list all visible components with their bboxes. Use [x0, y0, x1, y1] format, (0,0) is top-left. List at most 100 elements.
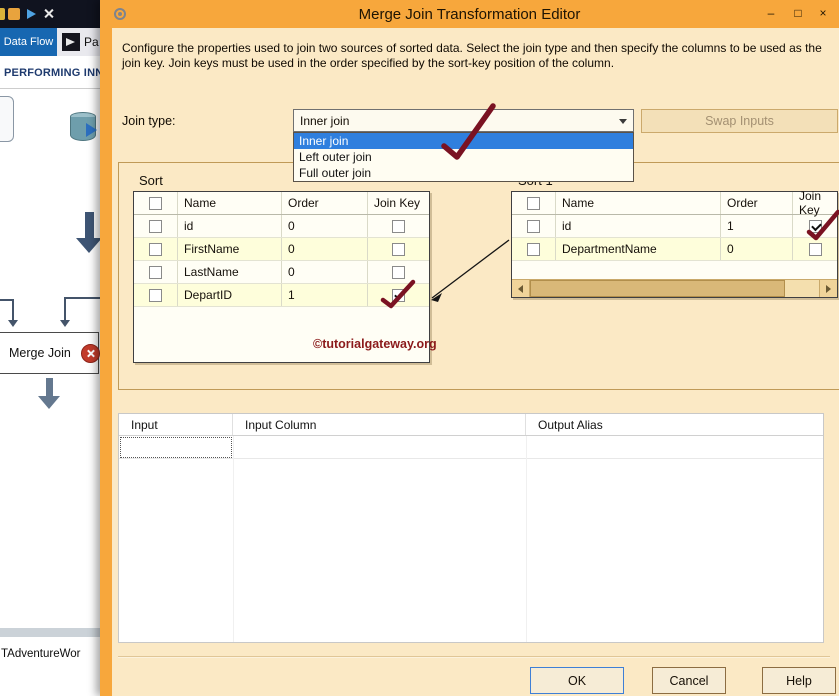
grid-row-divider	[119, 458, 823, 459]
blue-arrow-icon	[86, 123, 97, 137]
scroll-left-icon	[518, 285, 523, 293]
table-row[interactable]: DepartID 1	[134, 284, 429, 307]
select-all-checkbox[interactable]	[527, 197, 540, 210]
dialog-body: Configure the properties used to join tw…	[112, 28, 839, 696]
swap-inputs-button[interactable]: Swap Inputs	[641, 109, 838, 133]
scrollbar-track[interactable]	[530, 280, 819, 297]
cell-name: LastName	[178, 261, 282, 283]
scroll-left-button[interactable]	[512, 280, 530, 297]
tab-package-label[interactable]: Pa	[84, 35, 99, 49]
screen: Data Flow Pa PERFORMING INN Merge Join	[0, 0, 839, 696]
background-titlebar	[0, 0, 100, 28]
dialog-title: Merge Join Transformation Editor	[100, 6, 839, 23]
table-row[interactable]: id 0	[134, 215, 429, 238]
table-header-row: Name Order Join Key	[134, 192, 429, 215]
join-type-dropdown[interactable]: Inner join	[293, 109, 634, 132]
row-select-checkbox[interactable]	[149, 289, 162, 302]
table-row[interactable]: LastName 0	[134, 261, 429, 284]
run-arrow-icon[interactable]	[27, 9, 36, 19]
merge-join-task-box[interactable]: Merge Join	[0, 332, 99, 374]
ok-button[interactable]: OK	[530, 667, 624, 694]
table-header-row: Name Order Join Key	[512, 192, 837, 215]
footer-separator	[118, 656, 830, 657]
connector-arrowhead-icon	[8, 320, 18, 327]
grid-column-header: Output Alias	[526, 414, 823, 435]
grid-focused-cell[interactable]	[120, 437, 232, 458]
connector-line	[64, 297, 100, 299]
grid-column-divider	[526, 436, 527, 642]
oledb-source-icon[interactable]	[70, 112, 100, 148]
close-icon[interactable]: ×	[813, 4, 833, 22]
breadcrumb: PERFORMING INN	[4, 67, 103, 79]
join-key-checkbox[interactable]	[809, 243, 822, 256]
cell-order: 0	[721, 238, 793, 260]
row-select-checkbox[interactable]	[527, 220, 540, 233]
partial-tab-icon	[0, 8, 5, 20]
row-select-checkbox[interactable]	[527, 243, 540, 256]
join-key-checkbox[interactable]	[809, 220, 822, 233]
table-row[interactable]: DepartmentName 0	[512, 238, 837, 261]
scroll-right-icon	[826, 285, 831, 293]
column-header: Order	[282, 192, 368, 214]
join-type-label: Join type:	[122, 114, 176, 128]
join-type-option[interactable]: Inner join	[294, 133, 633, 149]
column-header: Join Key	[793, 192, 837, 214]
cell-name: FirstName	[178, 238, 282, 260]
cell-order: 1	[282, 284, 368, 306]
row-select-checkbox[interactable]	[149, 243, 162, 256]
cell-name: DepartID	[178, 284, 282, 306]
join-type-value: Inner join	[300, 114, 349, 128]
join-key-checkbox[interactable]	[392, 266, 405, 279]
join-type-option[interactable]: Left outer join	[294, 149, 633, 165]
close-tab-icon[interactable]	[42, 7, 55, 20]
connector-line	[12, 299, 14, 321]
dataflow-arrow-down-icon	[76, 212, 102, 253]
package-tab-icon[interactable]	[8, 8, 20, 20]
dataflow-arrow-down-icon	[38, 378, 60, 409]
document-tabstrip: Data Flow Pa	[0, 28, 100, 56]
maximize-icon[interactable]: □	[788, 4, 808, 22]
row-select-checkbox[interactable]	[149, 220, 162, 233]
cell-name: DepartmentName	[556, 238, 721, 260]
connector-line	[64, 297, 66, 321]
cell-order: 1	[721, 215, 793, 237]
join-key-checkbox[interactable]	[392, 289, 405, 302]
error-badge-icon	[81, 344, 100, 363]
breadcrumb-bar: PERFORMING INN	[0, 56, 100, 89]
grid-column-header: Input	[119, 414, 233, 435]
watermark: ©tutorialgateway.org	[313, 337, 437, 351]
column-header: Order	[721, 192, 793, 214]
tab-data-flow[interactable]: Data Flow	[0, 28, 57, 56]
horizontal-scrollbar[interactable]	[512, 279, 837, 297]
dialog-description: Configure the properties used to join tw…	[122, 41, 830, 71]
cell-order: 0	[282, 238, 368, 260]
column-header: Join Key	[368, 192, 429, 214]
scroll-right-button[interactable]	[819, 280, 837, 297]
sort-left-title: Sort	[139, 173, 163, 188]
join-key-checkbox[interactable]	[392, 243, 405, 256]
table-row[interactable]: FirstName 0	[134, 238, 429, 261]
statusbar-strip	[0, 628, 100, 637]
cell-order: 0	[282, 261, 368, 283]
table-row[interactable]: id 1	[512, 215, 837, 238]
merge-join-task-label: Merge Join	[9, 346, 71, 360]
tab-data-flow-label: Data Flow	[4, 36, 54, 48]
row-select-checkbox[interactable]	[149, 266, 162, 279]
column-header: Name	[556, 192, 721, 214]
cell-order: 0	[282, 215, 368, 237]
scrollbar-thumb[interactable]	[530, 280, 785, 297]
cancel-button[interactable]: Cancel	[652, 667, 726, 694]
join-type-listbox: Inner join Left outer join Full outer jo…	[293, 132, 634, 182]
help-button[interactable]: Help	[762, 667, 836, 694]
minimize-icon[interactable]: –	[761, 4, 781, 22]
select-all-checkbox[interactable]	[149, 197, 162, 210]
cancel-button-label: Cancel	[670, 674, 709, 688]
join-type-option[interactable]: Full outer join	[294, 165, 633, 181]
column-header: Name	[178, 192, 282, 214]
help-button-label: Help	[786, 674, 812, 688]
column-mapping-grid: Input Input Column Output Alias	[118, 413, 824, 643]
dialog-titlebar[interactable]: Merge Join Transformation Editor – □ ×	[100, 0, 839, 28]
canvas-shape-partial[interactable]	[0, 96, 14, 142]
cell-name: id	[178, 215, 282, 237]
join-key-checkbox[interactable]	[392, 220, 405, 233]
